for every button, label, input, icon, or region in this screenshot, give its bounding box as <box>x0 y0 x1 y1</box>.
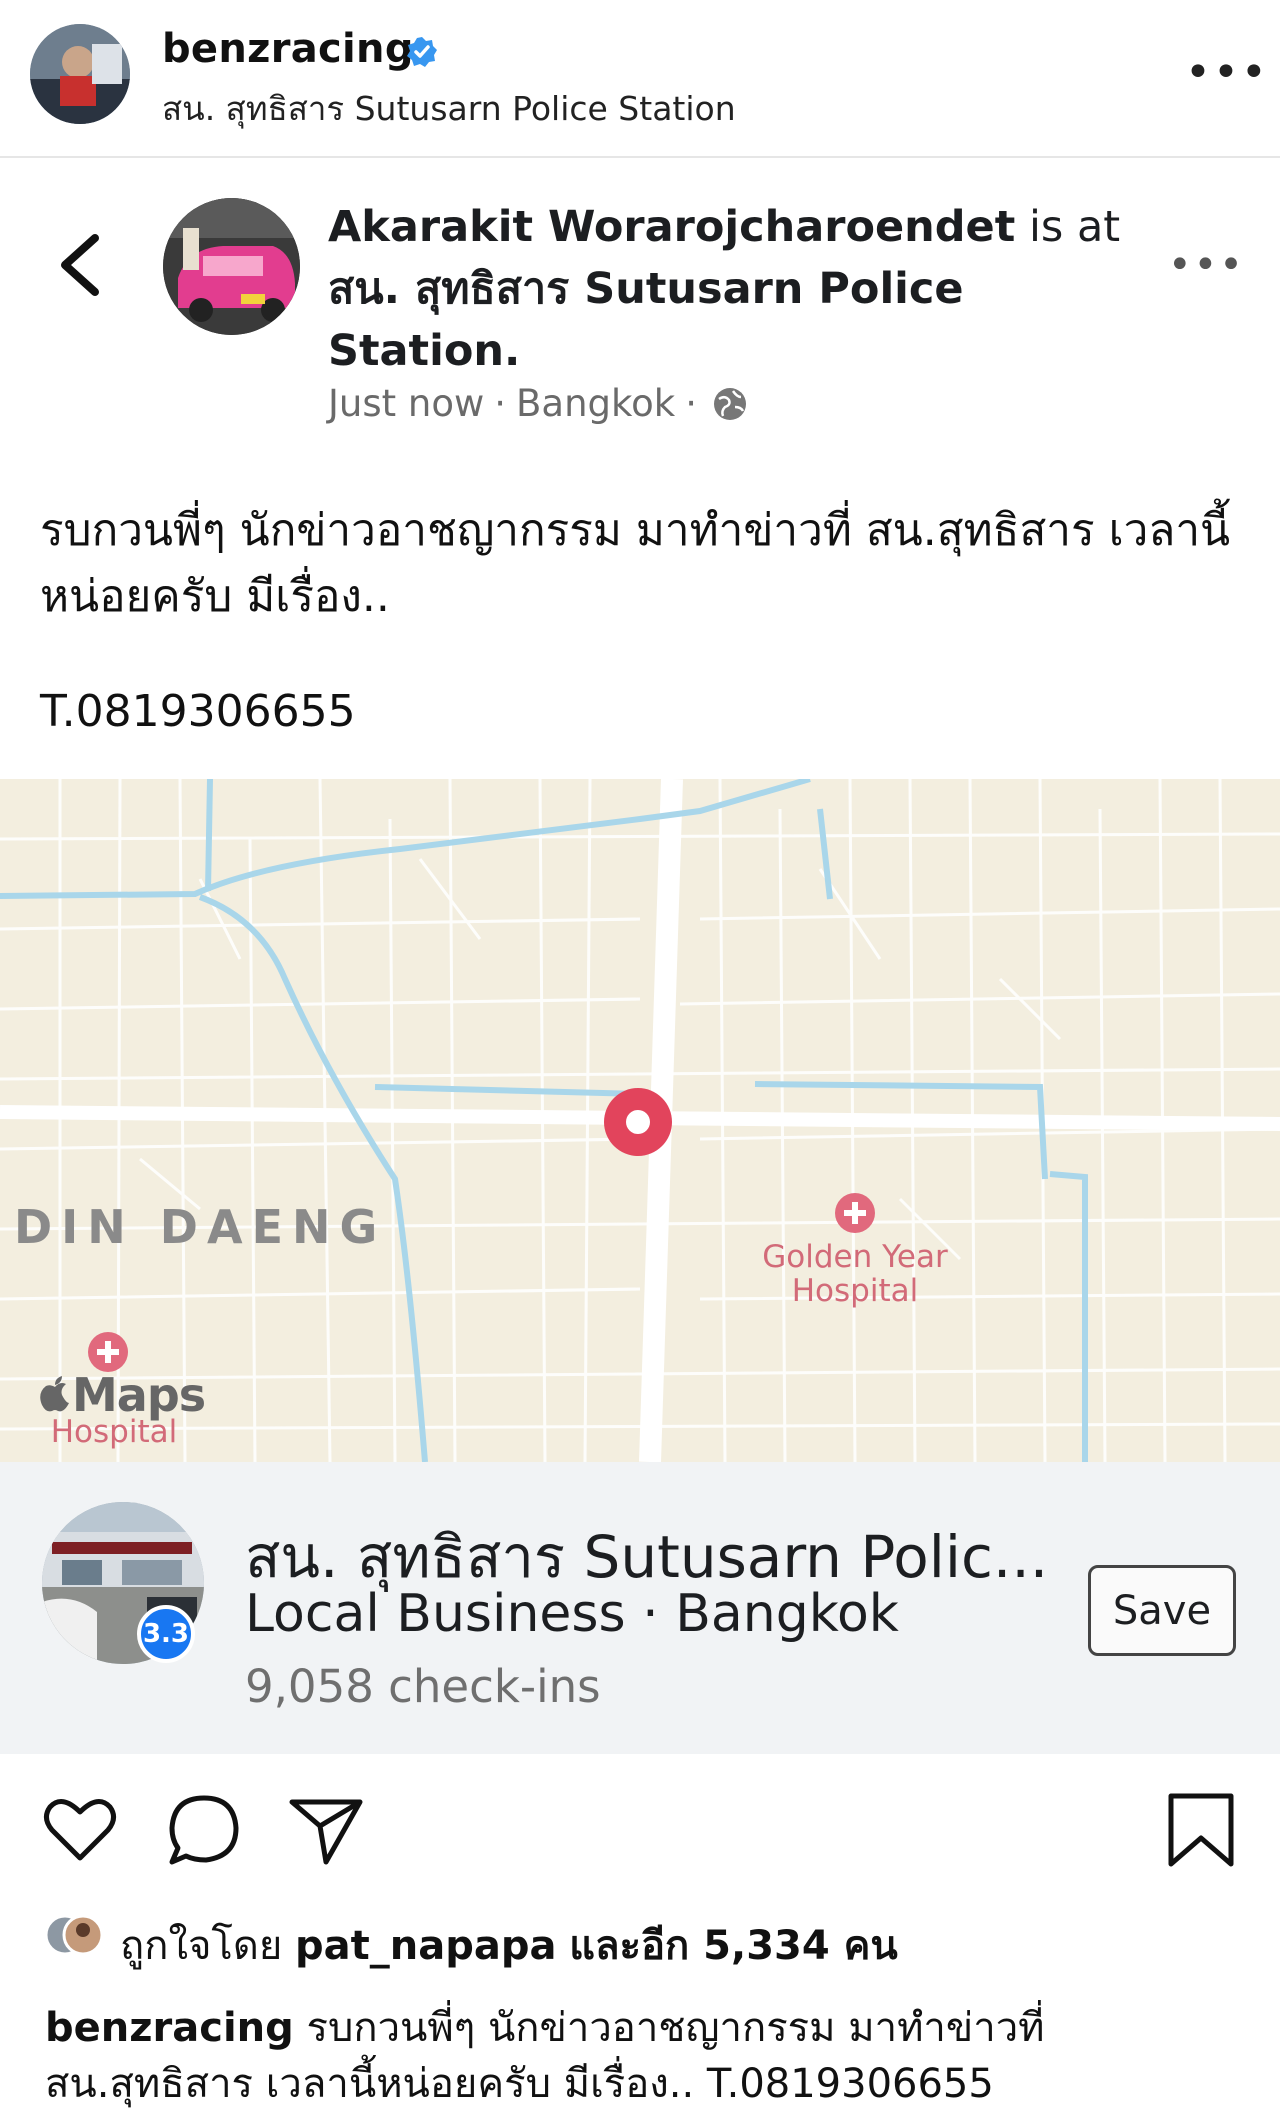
avatar[interactable] <box>30 24 130 124</box>
likes-user[interactable]: pat_napapa <box>295 1923 556 1969</box>
heart-icon[interactable] <box>42 1792 118 1868</box>
checkin-place[interactable]: สน. สุทธิสาร Sutusarn Police Station. <box>328 264 964 376</box>
apple-icon <box>40 1376 69 1412</box>
bookmark-icon[interactable] <box>1163 1792 1239 1868</box>
post-headline: Akarakit Worarojcharoendet is at สน. สุท… <box>328 196 1128 382</box>
map-district-label: DIN DAENG <box>14 1200 387 1254</box>
verified-icon <box>407 37 437 67</box>
globe-icon <box>713 387 746 420</box>
map-pin-icon[interactable] <box>602 1086 674 1158</box>
post-more-icon[interactable]: ••• <box>1168 245 1245 285</box>
post-time: Just now <box>328 382 485 425</box>
back-chevron-icon[interactable] <box>55 232 103 298</box>
maps-logo-text: Maps <box>72 1368 206 1422</box>
likes-prefix: ถูกใจโดย <box>120 1923 283 1969</box>
post-header: benzracing สน. สุทธิสาร Sutusarn Police … <box>0 0 1280 158</box>
avatar-image <box>30 24 130 124</box>
place-checkins: 9,058 check-ins <box>245 1660 601 1713</box>
hospital-icon <box>835 1193 875 1233</box>
username[interactable]: benzracing <box>162 26 414 72</box>
caption: benzracing รบกวนพี่ๆ นักข่าวอาชญากรรม มา… <box>45 2000 1245 2112</box>
place-category: Local Business · Bangkok <box>245 1584 899 1644</box>
map-hospital-label-1: Golden Year Hospital <box>762 1239 948 1309</box>
meta-separator-2: · <box>685 382 697 425</box>
is-at-text: is at <box>1028 202 1121 252</box>
post-body: รบกวนพี่ๆ นักข่าวอาชญากรรม มาทำข่าวที่ ส… <box>40 505 1231 622</box>
rating-badge: 3.3 <box>137 1605 195 1663</box>
likes-suffix[interactable]: และอีก 5,334 คน <box>569 1923 898 1969</box>
save-button[interactable]: Save <box>1088 1565 1236 1656</box>
post-phone: T.0819306655 <box>40 686 356 737</box>
apple-maps-logo: Maps <box>38 1368 206 1422</box>
location-link[interactable]: สน. สุทธิสาร Sutusarn Police Station <box>162 82 736 135</box>
comment-icon[interactable] <box>166 1792 242 1868</box>
share-icon[interactable] <box>288 1792 364 1868</box>
author-avatar-image <box>163 198 300 335</box>
post-city: Bangkok <box>516 382 676 425</box>
likes-summary[interactable]: ถูกใจโดย pat_napapa และอีก 5,334 คน <box>120 1913 898 1977</box>
caption-username[interactable]: benzracing <box>45 2005 294 2051</box>
more-icon[interactable]: ••• <box>1185 51 1269 95</box>
post-meta: Just now · Bangkok · <box>328 382 749 425</box>
author-avatar[interactable] <box>163 198 300 335</box>
liked-by-avatars[interactable] <box>45 1908 103 1962</box>
author-name[interactable]: Akarakit Worarojcharoendet <box>328 202 1015 252</box>
meta-separator: · <box>494 382 507 425</box>
